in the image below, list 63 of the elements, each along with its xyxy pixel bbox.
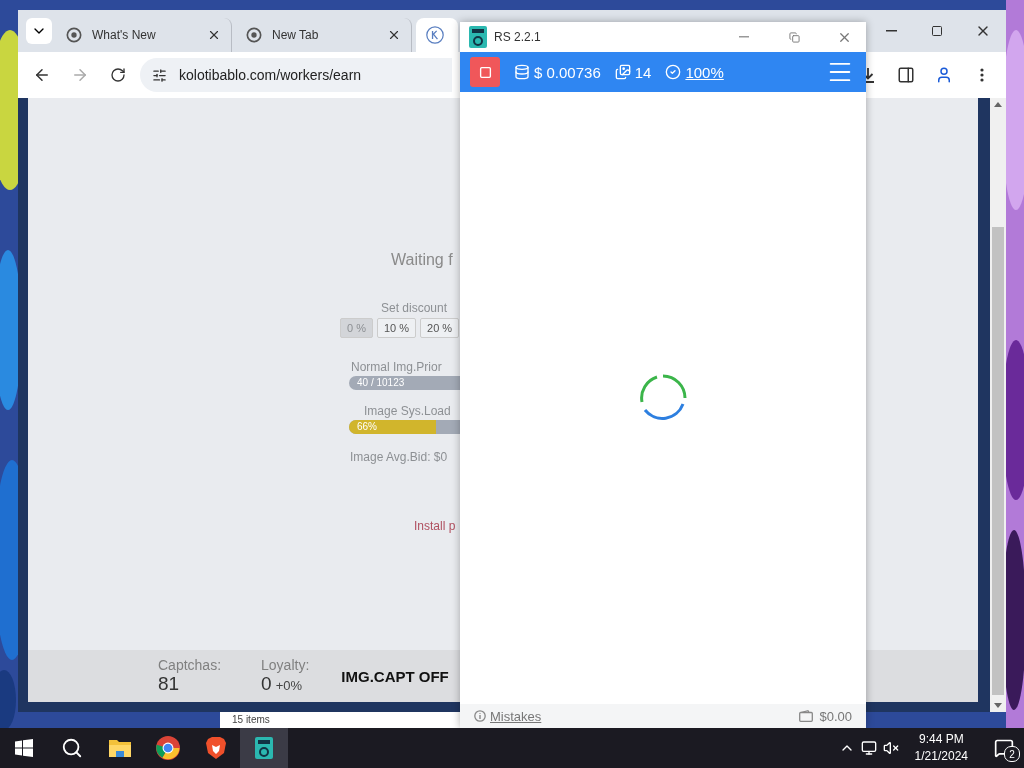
site-logo-icon xyxy=(426,26,444,44)
discount-option[interactable]: 10 % xyxy=(376,317,417,338)
more-icon xyxy=(980,68,984,82)
scroll-down-icon[interactable] xyxy=(994,703,1002,708)
scrollbar[interactable] xyxy=(990,98,1006,712)
stat-value: 0 xyxy=(261,673,272,695)
window-title: RS 2.2.1 xyxy=(494,30,541,44)
site-settings-icon[interactable] xyxy=(152,67,167,83)
windows-logo-icon xyxy=(15,739,33,757)
side-panel-icon xyxy=(897,66,915,84)
check-circle-icon xyxy=(665,64,682,80)
message-icon xyxy=(994,738,1014,758)
wallet-icon xyxy=(799,710,814,722)
robot-box-icon xyxy=(254,736,274,760)
mistakes-link[interactable]: Mistakes xyxy=(490,708,542,724)
minimize-icon xyxy=(885,30,897,32)
discount-label: Set discount xyxy=(381,301,448,316)
status-heading: Waiting f xyxy=(391,250,453,270)
lion-shield-icon xyxy=(205,736,227,760)
images-icon xyxy=(614,64,631,80)
user-icon xyxy=(935,66,953,84)
stop-button[interactable] xyxy=(470,57,500,87)
notification-count: 2 xyxy=(1004,746,1020,762)
mode-label: IMG.CAPT OFF xyxy=(341,667,449,685)
close-icon[interactable] xyxy=(387,28,401,42)
wallet-amount: $0.00 xyxy=(819,708,852,724)
search-icon xyxy=(61,737,83,759)
stat-label: Loyalty: xyxy=(261,657,310,673)
average-bid: Image Avg.Bid: $0 xyxy=(350,450,448,465)
meter-label: Image Sys.Load xyxy=(364,403,451,419)
install-note: Install p xyxy=(414,518,456,534)
chrome-icon xyxy=(156,736,180,760)
network-icon[interactable] xyxy=(860,740,877,756)
clock[interactable]: 9:44 PM 1/21/2024 xyxy=(904,731,978,765)
image-count: 14 xyxy=(634,63,652,81)
volume-muted-icon[interactable] xyxy=(882,740,899,756)
item-count: 15 items xyxy=(232,715,270,725)
discount-option[interactable]: 20 % xyxy=(420,317,460,338)
taskbar-app[interactable] xyxy=(240,728,288,768)
stat-label: Captchas: xyxy=(158,657,222,673)
scroll-up-icon[interactable] xyxy=(994,102,1002,107)
stat-value: 81 xyxy=(158,673,180,695)
accuracy-link[interactable]: 100% xyxy=(685,63,724,81)
browser-tab[interactable] xyxy=(416,18,458,52)
notifications-button[interactable]: 2 xyxy=(984,728,1024,768)
address-bar[interactable]: kolotibablo.com/workers/earn xyxy=(140,58,452,92)
robot-box-icon xyxy=(468,25,488,49)
meter-label: Normal Img.Prior xyxy=(351,359,442,374)
restore-icon xyxy=(788,31,800,43)
meter-reading: 66% xyxy=(357,421,377,433)
info-icon xyxy=(474,710,486,722)
meter-reading: 40 / 10123 xyxy=(357,376,405,388)
stat-change: +0% xyxy=(275,678,302,693)
coins-icon xyxy=(514,64,530,80)
minimize-icon xyxy=(739,36,749,38)
tab-search-button[interactable] xyxy=(26,18,52,44)
balance: $ 0.00736 xyxy=(534,63,601,81)
close-icon[interactable] xyxy=(207,28,221,42)
folder-icon xyxy=(108,738,132,758)
reload-icon xyxy=(110,67,126,83)
forward-arrow-icon xyxy=(71,66,89,84)
stop-icon xyxy=(478,65,492,79)
maximize-icon xyxy=(931,25,943,37)
